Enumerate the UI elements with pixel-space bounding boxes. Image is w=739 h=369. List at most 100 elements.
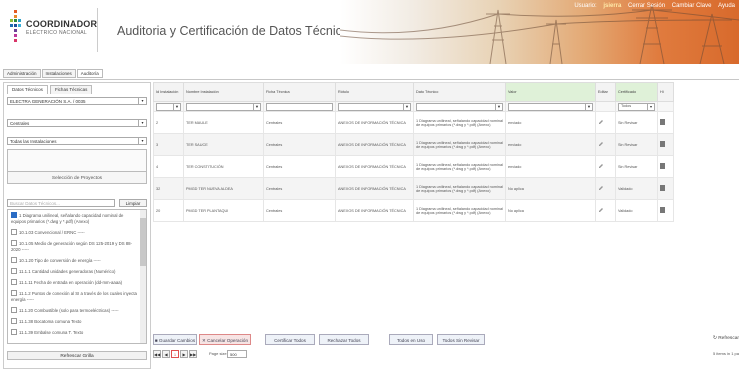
- page-size-select[interactable]: 500: [227, 350, 247, 358]
- logo-org-sub: ELÉCTRICO NACIONAL: [26, 30, 87, 36]
- list-item[interactable]: 11.1.39 Embalse comuna T. Texto: [8, 327, 146, 338]
- filter-ficha[interactable]: [266, 102, 333, 111]
- pager-last-button[interactable]: ▶▶: [189, 350, 197, 358]
- col-valor[interactable]: Valor: [505, 82, 596, 102]
- pencil-icon[interactable]: [598, 207, 604, 213]
- checkbox[interactable]: [11, 290, 17, 296]
- filter-icon[interactable]: ▼: [173, 103, 180, 110]
- col-hi[interactable]: Hi: [657, 82, 674, 102]
- checkbox[interactable]: [11, 240, 17, 246]
- checkbox[interactable]: [11, 329, 17, 335]
- chevron-down-icon: ▾: [138, 138, 146, 144]
- tab-fichas-tecnicas[interactable]: Fichas Técnicas: [49, 85, 93, 94]
- all-unreviewed-button[interactable]: Todos Sin Revisar: [437, 334, 485, 345]
- all-in-use-button[interactable]: Todos en Uso: [389, 334, 433, 345]
- technical-data-checklist: 1 Diagrama unilineal, señalando capacida…: [7, 209, 147, 344]
- document-icon[interactable]: [660, 163, 665, 169]
- list-item[interactable]: 11.1.1 Cantidad unidades generadoras (Nu…: [8, 266, 146, 277]
- select-projects-button[interactable]: Selección de Proyectos: [7, 171, 147, 184]
- list-item[interactable]: 11.1.2 Puntos de conexión al SI a través…: [8, 288, 146, 305]
- pencil-icon[interactable]: [598, 185, 604, 191]
- clear-button[interactable]: Limpiar: [119, 199, 147, 207]
- page-size-label: Page size:: [209, 351, 228, 356]
- filter-icon[interactable]: ▼: [253, 103, 260, 110]
- table-row[interactable]: 3 TER SAUCE Centrales ANEXOS DE INFORMAC…: [153, 133, 674, 156]
- pager-current-page[interactable]: 1: [171, 350, 179, 358]
- checkbox[interactable]: [11, 318, 17, 324]
- filter-rotulo[interactable]: ▼: [338, 102, 411, 111]
- col-dato[interactable]: Dato Técnico: [413, 82, 506, 102]
- pencil-icon[interactable]: [598, 163, 604, 169]
- checkbox[interactable]: [11, 279, 17, 285]
- scrollbar-thumb[interactable]: [140, 218, 146, 266]
- filter-certificado-select[interactable]: Todos ▾: [618, 102, 655, 111]
- document-icon[interactable]: [660, 119, 665, 125]
- user-name: jsierra: [603, 3, 622, 9]
- table-row[interactable]: 20 PMGD TER PLANTAQUI Centrales ANEXOS D…: [153, 199, 674, 222]
- pager-prev-button[interactable]: ◀: [162, 350, 170, 358]
- help-link[interactable]: Ayuda: [718, 3, 735, 9]
- refresh-link[interactable]: ↻ Refrescar: [713, 336, 739, 341]
- col-rotulo[interactable]: Rótulo: [335, 82, 414, 102]
- pager-first-button[interactable]: ◀◀: [153, 350, 161, 358]
- list-item[interactable]: 11.1.11 Fecha de entrada en operación (d…: [8, 277, 146, 288]
- certify-all-button[interactable]: Certificar Todos: [265, 334, 315, 345]
- data-table: Id Instalación Nombre Instalación Ficha …: [153, 82, 674, 222]
- checkbox-checked[interactable]: [11, 212, 17, 218]
- installations-list[interactable]: [7, 149, 147, 173]
- power-towers-illustration: [340, 3, 739, 64]
- col-id[interactable]: Id Instalación: [153, 82, 184, 102]
- installations-select[interactable]: Todas las Instalaciones ▾: [7, 137, 147, 145]
- pencil-icon[interactable]: [598, 119, 604, 125]
- document-icon[interactable]: [660, 207, 665, 213]
- filter-icon[interactable]: ▼: [403, 103, 410, 110]
- refresh-grid-button[interactable]: Refrescar Grilla: [7, 351, 147, 360]
- filter-icon[interactable]: ▼: [495, 103, 502, 110]
- col-certificado[interactable]: Certificado: [615, 82, 658, 102]
- table-row[interactable]: 2 TER MAULE Centrales ANEXOS DE INFORMAC…: [153, 111, 674, 134]
- filter-dato[interactable]: ▼: [416, 102, 503, 111]
- filter-icon[interactable]: ▼: [585, 103, 592, 110]
- chevron-down-icon: ▾: [138, 98, 146, 104]
- list-item[interactable]: 11.1.38 Bocatoma comuna Texto: [8, 316, 146, 327]
- reject-all-button[interactable]: Rechazar Todos: [319, 334, 369, 345]
- checkbox[interactable]: [11, 307, 17, 313]
- left-subtabs: Datos Técnicos Fichas Técnicas: [7, 85, 94, 94]
- tab-datos-tecnicos[interactable]: Datos Técnicos: [7, 85, 48, 94]
- table-row[interactable]: 4 TER CONSTITUCIÓN Centrales ANEXOS DE I…: [153, 155, 674, 178]
- pencil-icon[interactable]: [598, 141, 604, 147]
- filter-id[interactable]: ▼: [156, 102, 181, 111]
- logout-link[interactable]: Cerrar Sesión: [628, 3, 665, 9]
- checkbox[interactable]: [11, 229, 17, 235]
- col-ficha[interactable]: Ficha Técnica: [263, 82, 336, 102]
- document-icon[interactable]: [660, 141, 665, 147]
- search-input[interactable]: Buscar Datos Técnicos...: [7, 199, 115, 207]
- company-select[interactable]: ELECTRA GENERACIÓN S.A. / 0035 ▾: [7, 97, 147, 105]
- checkbox[interactable]: [11, 257, 17, 263]
- change-password-link[interactable]: Cambiar Clave: [672, 3, 712, 9]
- table-header-row: Id Instalación Nombre Instalación Ficha …: [153, 82, 674, 102]
- type-select[interactable]: Centrales ▾: [7, 119, 147, 127]
- list-item[interactable]: 11.1.20 Combustible (solo para termoeléc…: [8, 305, 146, 316]
- checklist-scrollbar[interactable]: [140, 210, 146, 343]
- checkbox[interactable]: [11, 268, 17, 274]
- col-editar[interactable]: Editar: [595, 82, 616, 102]
- document-icon[interactable]: [660, 185, 665, 191]
- list-item[interactable]: 10.1.05 Medio de generación según DS 125…: [8, 238, 146, 255]
- search-row: Buscar Datos Técnicos... Limpiar: [7, 199, 147, 208]
- save-changes-button[interactable]: ■ Guardar Cambios: [153, 334, 197, 345]
- company-select-value: ELECTRA GENERACIÓN S.A. / 0035: [10, 99, 86, 104]
- table-row[interactable]: 32 PMGD TER NUEVA ALDEA Centrales ANEXOS…: [153, 177, 674, 200]
- pager-next-button[interactable]: ▶: [180, 350, 188, 358]
- tab-auditoria[interactable]: Auditoría: [76, 69, 103, 78]
- list-item[interactable]: 1 Diagrama unilineal, señalando capacida…: [8, 210, 146, 227]
- tab-administracion[interactable]: Administración: [3, 69, 41, 78]
- items-count: 5 items in 1 pa: [712, 351, 739, 356]
- col-nombre[interactable]: Nombre Instalación: [183, 82, 264, 102]
- cancel-operation-button[interactable]: ✕ Cancelar Operación: [199, 334, 251, 345]
- list-item[interactable]: 10.1.03 Convencional / ERNC -----: [8, 227, 146, 238]
- filter-nombre[interactable]: ▼: [186, 102, 261, 111]
- filter-valor[interactable]: ▼: [508, 102, 593, 111]
- list-item[interactable]: 10.1.20 Tipo de conversión de energía --…: [8, 255, 146, 266]
- tab-instalaciones[interactable]: Instalaciones: [41, 69, 76, 78]
